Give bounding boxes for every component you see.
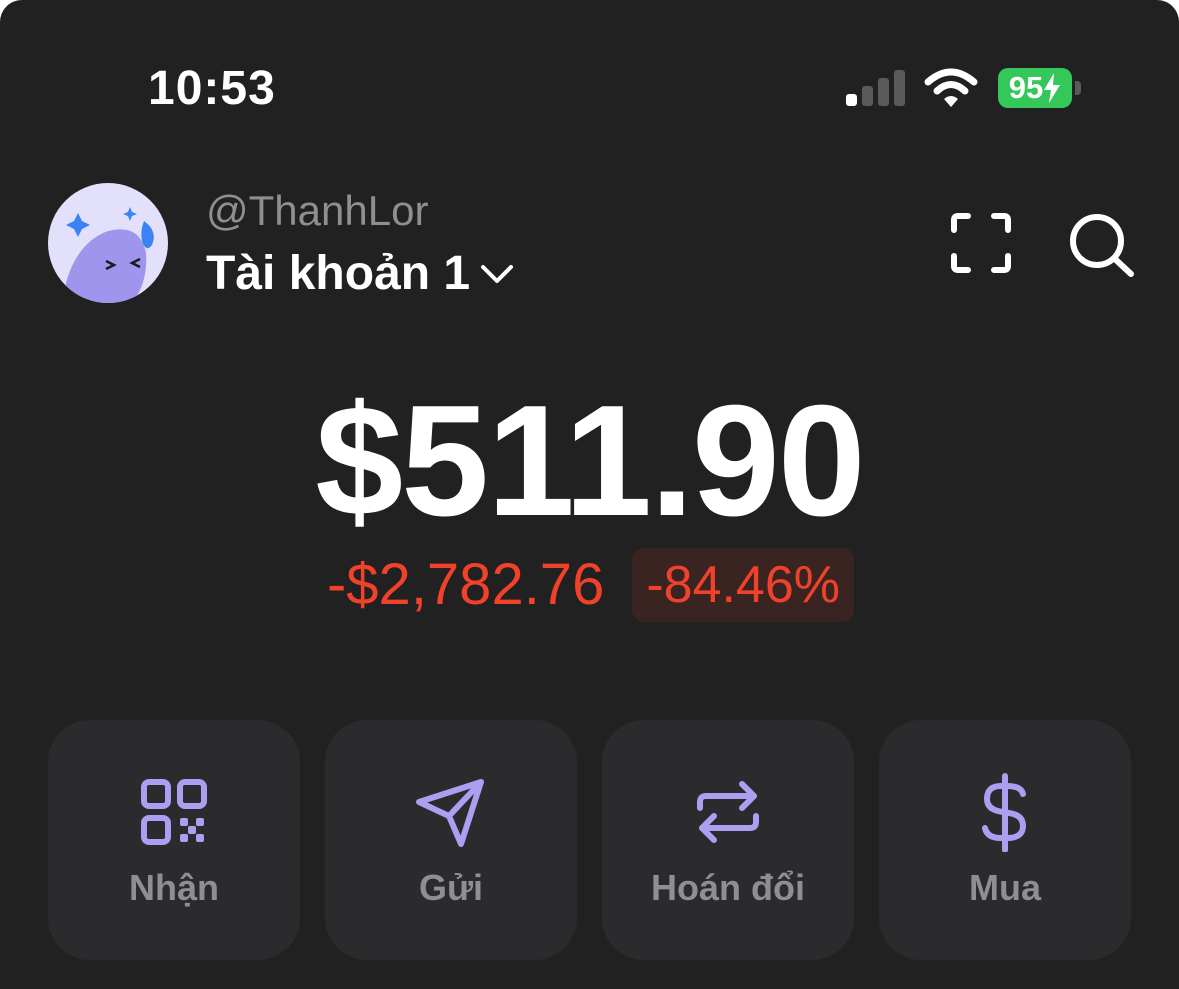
account-selector[interactable]: Tài khoản 1 <box>206 246 514 302</box>
battery-indicator: 95 <box>998 68 1084 108</box>
dollar-icon <box>982 773 1026 852</box>
swap-button[interactable]: Hoán đổi <box>602 720 854 960</box>
account-name: Tài khoản 1 <box>206 247 471 300</box>
charging-bolt-icon <box>1044 73 1061 103</box>
total-balance: $511.90 <box>315 373 865 549</box>
swap-label: Hoán đổi <box>651 867 805 908</box>
receive-label: Nhận <box>129 867 219 908</box>
battery-tip <box>1075 81 1081 95</box>
action-buttons: Nhận Gửi Hoán đổi Mua <box>48 720 1131 960</box>
send-button[interactable]: Gửi <box>325 720 577 960</box>
account-handle: @ThanhLor <box>206 187 429 234</box>
scan-icon[interactable] <box>950 212 1012 274</box>
battery-percent: 95 <box>1008 70 1044 105</box>
change-amount: -$2,782.76 <box>326 552 605 617</box>
buy-label: Mua <box>969 867 1041 908</box>
send-icon <box>416 779 484 847</box>
send-label: Gửi <box>418 867 484 908</box>
receive-button[interactable]: Nhận <box>48 720 300 960</box>
chevron-down-icon <box>481 265 514 283</box>
search-icon[interactable] <box>1068 212 1136 278</box>
battery-body: 95 <box>998 68 1072 108</box>
balance-change: -$2,782.76 -84.46% <box>0 548 1179 622</box>
wallet-screen: 10:53 95 @ThanhLor Tài khoản 1 $511.90 -… <box>0 0 1179 989</box>
wifi-icon <box>924 68 978 107</box>
avatar[interactable] <box>48 183 168 303</box>
status-time: 10:53 <box>148 62 276 115</box>
avatar-illustration <box>48 183 168 303</box>
cellular-signal-icon <box>846 70 905 106</box>
qr-code-icon <box>141 779 207 845</box>
buy-button[interactable]: Mua <box>879 720 1131 960</box>
change-percent-badge: -84.46% <box>632 548 855 622</box>
swap-icon <box>697 781 759 843</box>
